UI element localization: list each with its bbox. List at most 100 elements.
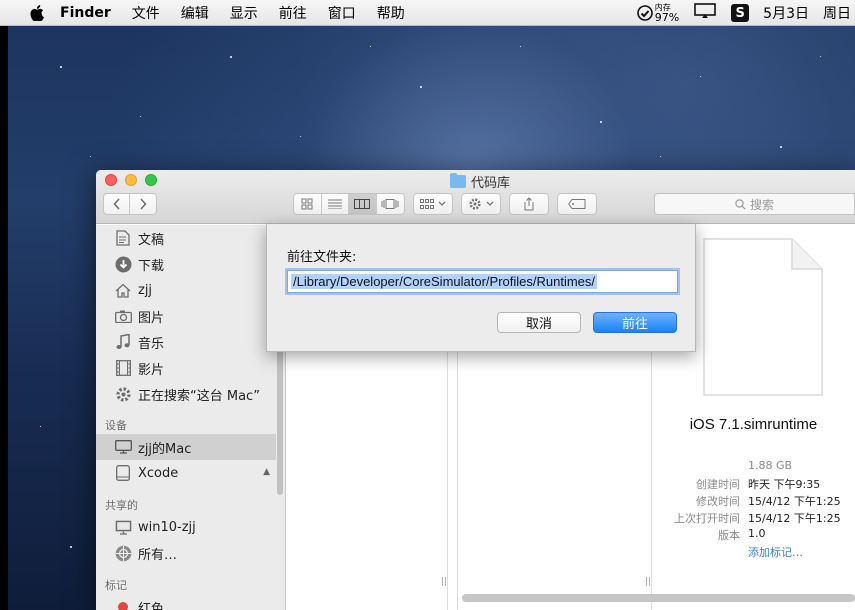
sidebar-item-xcode-disk[interactable]: Xcode ▲ [96, 460, 276, 486]
share-button[interactable] [509, 193, 549, 215]
add-tags-link[interactable]: 添加标记… [748, 544, 803, 560]
sidebar-header-shared: 共享的 [105, 499, 138, 512]
coverflow-icon [381, 199, 399, 209]
sidebar-item-win10-zjj[interactable]: win10-zjj [96, 514, 276, 540]
sidebar-item-label: 下载 [138, 258, 165, 274]
folder-icon [450, 173, 466, 188]
chevron-left-icon [112, 198, 120, 210]
camera-icon [114, 307, 132, 325]
close-window-button[interactable] [105, 174, 117, 186]
sidebar-item-label: 所有… [138, 547, 178, 563]
coverflow-view-button[interactable] [377, 194, 404, 214]
go-button[interactable]: 前往 [593, 312, 677, 333]
meta-key: 版本 [718, 529, 740, 542]
memory-gauge-icon [636, 5, 653, 21]
arrange-button[interactable] [413, 193, 453, 215]
grid-icon [301, 198, 313, 210]
sidebar-item-pictures[interactable]: 图片 [96, 303, 276, 329]
columns-icon [354, 199, 371, 209]
sidebar-item-label: 影片 [138, 362, 165, 378]
menubar-date[interactable]: 5月3日 [763, 3, 809, 23]
sidebar-item-label: 正在搜索“这台 Mac” [138, 388, 260, 404]
sidebar-item-documents[interactable]: 文稿 [96, 225, 276, 251]
view-mode-selector [293, 193, 405, 215]
gear-icon [469, 198, 481, 210]
sidebar-item-label: win10-zjj [138, 519, 196, 535]
film-icon [114, 359, 132, 377]
sidebar-item-searching-this-mac[interactable]: 正在搜索“这台 Mac” [96, 381, 276, 407]
meta-row-version: 版本 1.0 [652, 527, 855, 544]
menu-view[interactable]: 显示 [230, 3, 258, 23]
nav-back-forward [103, 193, 157, 215]
memory-status[interactable]: 内存 97% [636, 3, 680, 24]
chevron-down-icon [486, 201, 494, 206]
download-icon [114, 255, 132, 273]
meta-key: 修改时间 [696, 495, 740, 508]
action-menu-button[interactable] [461, 193, 501, 215]
sidebar-item-downloads[interactable]: 下载 [96, 251, 276, 277]
list-view-button[interactable] [322, 194, 349, 214]
search-field[interactable]: 搜索 [654, 193, 855, 215]
eject-icon[interactable]: ▲ [263, 467, 270, 477]
sidebar: 文稿 下载 zjj 图片 音乐 影片 正在搜索“这台 Mac” 设备 zjj的M… [96, 225, 286, 610]
sidebar-item-movies[interactable]: 影片 [96, 355, 276, 381]
sidebar-item-label: 图片 [138, 310, 165, 326]
edit-tags-button[interactable] [557, 193, 597, 215]
s-app-icon[interactable]: S [731, 4, 750, 22]
sidebar-item-label: 红色 [138, 601, 165, 610]
list-icon [327, 199, 342, 209]
preview-file-name: iOS 7.1.simruntime [689, 416, 818, 433]
minimize-window-button[interactable] [125, 174, 137, 186]
pc-icon [114, 518, 132, 536]
airplay-display-icon[interactable] [693, 3, 717, 23]
home-icon [114, 281, 132, 299]
meta-value: 15/4/12 下午1:25 [748, 512, 841, 525]
sidebar-item-music[interactable]: 音乐 [96, 329, 276, 355]
back-button[interactable] [104, 194, 131, 214]
menu-file[interactable]: 文件 [132, 3, 160, 23]
red-tag-dot-icon [114, 598, 132, 610]
zoom-window-button[interactable] [145, 174, 157, 186]
window-title-text: 代码库 [471, 176, 511, 191]
sidebar-item-all-shared[interactable]: 所有… [96, 540, 276, 566]
meta-value: 昨天 下午9:35 [748, 478, 821, 491]
sidebar-item-this-mac[interactable]: zjj的Mac [96, 434, 276, 460]
document-icon [114, 229, 132, 247]
memory-percent: 97% [654, 11, 680, 24]
window-title: 代码库 [450, 172, 510, 191]
sidebar-item-label: zjj的Mac [138, 441, 192, 457]
meta-key: 上次打开时间 [674, 512, 740, 525]
folder-path-value: /Library/Developer/CoreSimulator/Profile… [291, 274, 598, 289]
menu-help[interactable]: 帮助 [377, 3, 405, 23]
apple-menu-icon[interactable] [26, 2, 48, 24]
sidebar-item-home[interactable]: zjj [96, 277, 276, 303]
icon-view-button[interactable] [294, 194, 322, 214]
tag-icon [568, 199, 586, 209]
app-menu-finder[interactable]: Finder [60, 5, 111, 21]
menubar-weekday[interactable]: 周日 [823, 3, 851, 23]
menu-window[interactable]: 窗口 [328, 3, 356, 23]
share-icon [524, 197, 534, 211]
gear-icon [114, 385, 132, 403]
column-resize-grip-icon[interactable]: || [441, 577, 447, 587]
column-view-button[interactable] [349, 194, 377, 214]
sidebar-item-label: 文稿 [138, 232, 165, 248]
folder-path-input[interactable]: /Library/Developer/CoreSimulator/Profile… [287, 270, 678, 293]
meta-value: 15/4/12 下午1:25 [748, 495, 841, 508]
sidebar-item-label: 音乐 [138, 336, 165, 352]
forward-button[interactable] [130, 194, 156, 214]
column-resize-grip-icon[interactable]: || [645, 577, 651, 587]
music-note-icon [114, 333, 132, 351]
arrange-grid-icon [420, 199, 434, 209]
cancel-button[interactable]: 取消 [497, 312, 581, 333]
sidebar-item-label: Xcode [138, 465, 179, 481]
menu-edit[interactable]: 编辑 [181, 3, 209, 23]
meta-row-last-opened: 上次打开时间 15/4/12 下午1:25 [652, 510, 855, 527]
menu-go[interactable]: 前往 [279, 3, 307, 23]
sidebar-item-tag-red[interactable]: 红色 [96, 594, 276, 610]
network-icon [114, 544, 132, 562]
document-icon [703, 238, 823, 396]
go-to-folder-label: 前往文件夹: [287, 250, 357, 265]
chevron-right-icon [140, 198, 147, 210]
search-placeholder: 搜索 [749, 197, 774, 212]
